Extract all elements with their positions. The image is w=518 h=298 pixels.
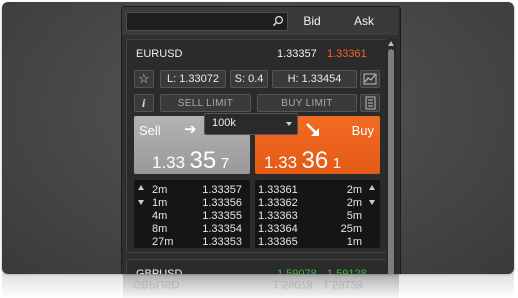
chevron-down-icon bbox=[286, 122, 292, 126]
depth-size: 5m bbox=[346, 210, 362, 222]
star-icon: ☆ bbox=[138, 71, 150, 86]
ask-depth-row: 1.33365 1m bbox=[255, 236, 380, 248]
depth-size: 1m bbox=[152, 197, 168, 209]
arrow-right-icon: ➔ bbox=[184, 121, 197, 138]
buy-price-small: 1.33 bbox=[264, 153, 298, 172]
ask-depth-list[interactable]: 1.33361 2m 1.33362 2m 1.33363 5m 1.33364… bbox=[255, 180, 380, 248]
reflection-ask: 1.59128 bbox=[323, 278, 363, 290]
reflection-strip: GBPUSD 1.59078 1.59128 bbox=[123, 274, 399, 298]
depth-price: 1.33364 bbox=[258, 223, 298, 235]
reflection-symbol: GBPUSD bbox=[133, 278, 180, 290]
reflection-bid: 1.59078 bbox=[273, 278, 313, 290]
bid-depth-row: 1m 1.33356 bbox=[134, 197, 250, 210]
sell-limit-button[interactable]: SELL LIMIT bbox=[160, 94, 251, 112]
depth-price: 1.33357 bbox=[202, 184, 242, 196]
ask-depth-row: 1.33364 25m bbox=[255, 223, 380, 236]
document-button[interactable] bbox=[360, 94, 380, 112]
instrument-symbol[interactable]: EURUSD bbox=[136, 48, 182, 60]
search-icon[interactable] bbox=[272, 15, 284, 27]
depth-size: 2m bbox=[346, 197, 362, 209]
header-bid-price: 1.33357 bbox=[277, 48, 317, 60]
bid-depth-row: 2m 1.33357 bbox=[134, 184, 250, 197]
ask-depth-row: 1.33362 2m bbox=[255, 197, 380, 210]
sell-price-small: 1.33 bbox=[152, 153, 186, 172]
instrument-card: EURUSD 1.33357 1.33361 ☆ L: 1.33072 S: 0… bbox=[126, 39, 387, 253]
bid-depth-row: 27m 1.33353 bbox=[134, 236, 250, 248]
buy-label: Buy bbox=[351, 123, 374, 138]
buy-price-last: 1 bbox=[332, 155, 342, 172]
info-button[interactable]: i bbox=[134, 94, 154, 112]
sell-label: Sell bbox=[139, 123, 161, 138]
ask-depth-row: 1.33363 5m bbox=[255, 210, 380, 223]
instrument-card: GBPUSD 1.59078 1.59128 bbox=[126, 259, 387, 274]
favorite-button[interactable]: ☆ bbox=[134, 70, 154, 88]
arrow-diagonal-icon bbox=[306, 123, 319, 136]
document-icon bbox=[365, 96, 376, 110]
depth-size: 1m bbox=[346, 236, 362, 248]
chart-icon bbox=[363, 73, 377, 85]
depth-size: 2m bbox=[152, 184, 168, 196]
panel-reflection: GBPUSD 1.59078 1.59128 bbox=[2, 274, 514, 298]
trading-panel: Bid Ask EURUSD 1.33357 1.33361 ☆ L: 1.33… bbox=[121, 6, 401, 274]
depth-price: 1.33355 bbox=[202, 210, 242, 222]
depth-size: 8m bbox=[152, 223, 168, 235]
app-background: Bid Ask EURUSD 1.33357 1.33361 ☆ L: 1.33… bbox=[2, 2, 514, 274]
amount-select[interactable]: 100k bbox=[204, 113, 298, 135]
bid-depth-row: 4m 1.33355 bbox=[134, 210, 250, 223]
sell-limit-label: SELL LIMIT bbox=[177, 98, 234, 109]
buy-limit-button[interactable]: BUY LIMIT bbox=[257, 94, 357, 112]
info-icon: i bbox=[142, 96, 146, 110]
sell-price-big: 35 bbox=[189, 147, 217, 174]
low-stat: L: 1.33072 bbox=[160, 70, 226, 88]
scrollbar-thumb[interactable] bbox=[388, 49, 394, 274]
low-value: L: 1.33072 bbox=[167, 73, 219, 85]
tab-bid[interactable]: Bid bbox=[292, 14, 332, 28]
top-bar: Bid Ask bbox=[122, 7, 398, 35]
chart-button[interactable] bbox=[360, 70, 380, 88]
depth-price: 1.33353 bbox=[202, 236, 242, 248]
depth-size: 27m bbox=[152, 236, 174, 248]
bid-depth-row: 8m 1.33354 bbox=[134, 223, 250, 236]
buy-price: 1.33 36 1 bbox=[264, 147, 341, 175]
depth-price: 1.33362 bbox=[258, 197, 298, 209]
depth-size: 2m bbox=[346, 184, 362, 196]
spread-stat: S: 0.4 bbox=[230, 70, 268, 88]
sell-price: 1.33 35 7 bbox=[152, 147, 229, 175]
depth-price: 1.33356 bbox=[202, 197, 242, 209]
depth-price: 1.33365 bbox=[258, 236, 298, 248]
tab-ask[interactable]: Ask bbox=[344, 14, 384, 28]
depth-price: 1.33354 bbox=[202, 223, 242, 235]
sell-price-last: 7 bbox=[220, 155, 230, 172]
depth-size: 25m bbox=[340, 223, 362, 235]
high-value: H: 1.33454 bbox=[287, 73, 342, 85]
buy-price-big: 36 bbox=[301, 147, 329, 174]
search-input[interactable] bbox=[126, 12, 288, 31]
high-stat: H: 1.33454 bbox=[272, 70, 357, 88]
header-ask-price: 1.33361 bbox=[327, 48, 367, 60]
depth-price: 1.33361 bbox=[258, 184, 298, 196]
scrollbar[interactable] bbox=[386, 39, 396, 274]
spread-value: S: 0.4 bbox=[234, 73, 264, 85]
depth-price: 1.33363 bbox=[258, 210, 298, 222]
scroll-up-icon[interactable] bbox=[388, 41, 394, 46]
ask-depth-row: 1.33361 2m bbox=[255, 184, 380, 197]
buy-limit-label: BUY LIMIT bbox=[281, 98, 333, 109]
bid-depth-list[interactable]: 2m 1.33357 1m 1.33356 4m 1.33355 8m 1.33… bbox=[134, 180, 250, 248]
amount-value: 100k bbox=[212, 117, 236, 129]
depth-size: 4m bbox=[152, 210, 168, 222]
